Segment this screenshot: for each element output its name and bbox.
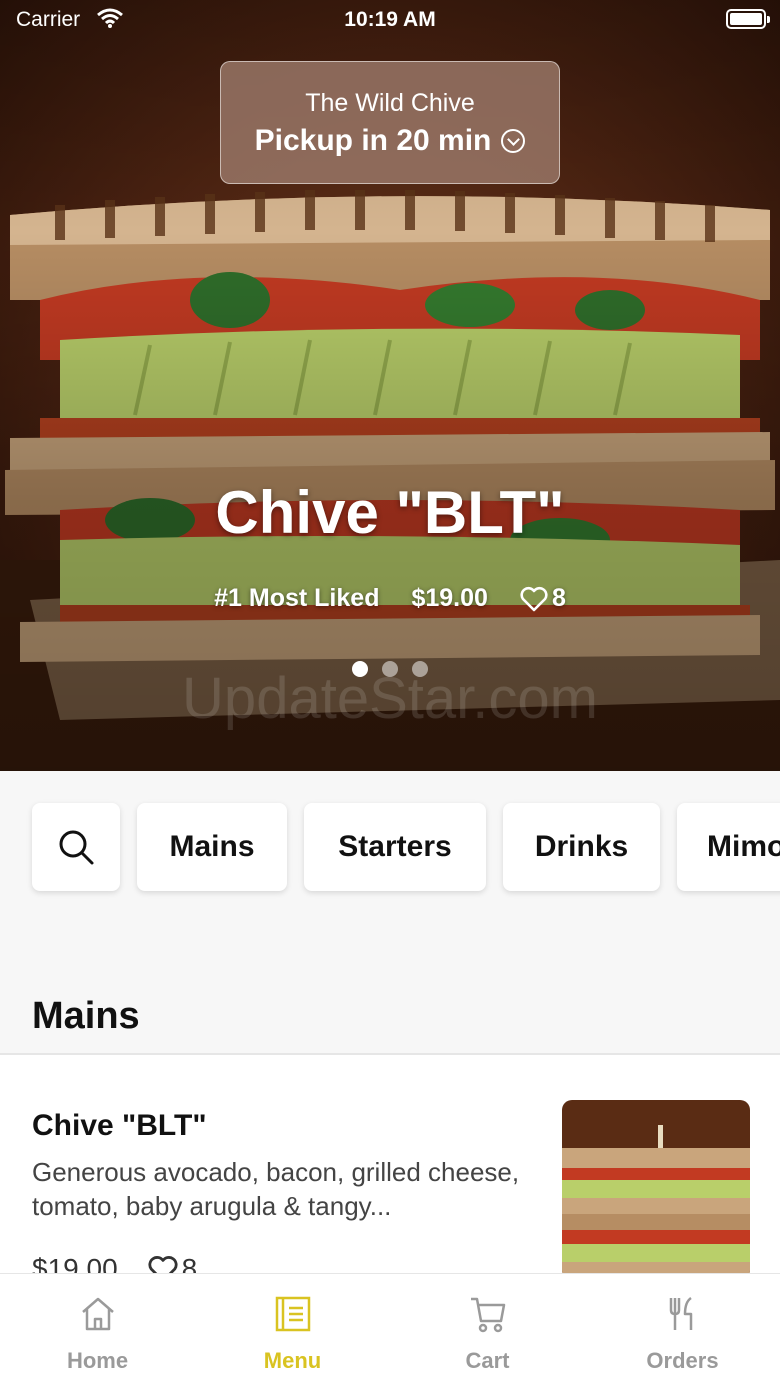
tab-home[interactable]: Home xyxy=(0,1274,195,1387)
menu-item-description: Generous avocado, bacon, grilled cheese,… xyxy=(32,1157,520,1221)
hero-badge: #1 Most Liked xyxy=(214,584,380,612)
battery-icon xyxy=(726,9,770,29)
menu-icon xyxy=(275,1296,310,1332)
watermark: UpdateStar.com xyxy=(182,666,598,731)
menu-item-price: $19.00 xyxy=(32,1253,118,1273)
tab-orders-label: Orders xyxy=(646,1348,719,1373)
hero-likes: 8 xyxy=(520,584,566,613)
clock: 10:19 AM xyxy=(344,8,436,31)
hero-price: $19.00 xyxy=(411,584,488,612)
chevron-down-icon xyxy=(501,129,526,153)
menu-item-likes: 8 xyxy=(148,1253,198,1273)
search-icon xyxy=(59,830,94,865)
tab-orders[interactable]: Orders xyxy=(585,1274,780,1387)
hero-meta: #1 Most Liked $19.00 8 xyxy=(0,584,780,613)
menu-item-likes-count: 8 xyxy=(181,1253,198,1273)
menu-item-name: Chive "BLT" xyxy=(32,1109,207,1142)
tab-menu-label: Menu xyxy=(263,1348,322,1373)
status-bar: Carrier 10:19 AM xyxy=(0,0,780,40)
heart-icon xyxy=(520,586,548,611)
tab-cart-label: Cart xyxy=(465,1348,510,1373)
tab-menu[interactable]: Menu xyxy=(195,1274,390,1387)
store-name: The Wild Chive xyxy=(305,89,475,117)
category-chip-mimo[interactable]: Mimo xyxy=(677,803,780,891)
menu-item-image xyxy=(562,1100,750,1273)
category-chip-starters[interactable]: Starters xyxy=(304,803,486,891)
hero-title: Chive "BLT" xyxy=(215,479,565,546)
pickup-selector[interactable]: The Wild Chive Pickup in 20 min xyxy=(220,61,560,184)
fork-knife-icon xyxy=(669,1296,692,1330)
section-title: Mains xyxy=(32,995,140,1037)
menu-item-card[interactable]: Chive "BLT" Generous avocado, bacon, gri… xyxy=(0,1055,780,1273)
tab-bar: Home Menu Cart Orders xyxy=(0,1273,780,1387)
hero-banner[interactable]: Carrier 10:19 AM The Wild Chive Pickup i… xyxy=(0,0,780,771)
tab-cart[interactable]: Cart xyxy=(390,1274,585,1387)
heart-icon xyxy=(148,1256,178,1273)
category-bar: Mains Starters Drinks Mimo xyxy=(32,803,780,891)
home-icon xyxy=(81,1297,114,1331)
cart-icon xyxy=(470,1297,505,1333)
category-chip-drinks[interactable]: Drinks xyxy=(503,803,660,891)
search-button[interactable] xyxy=(32,803,120,891)
hero-likes-count: 8 xyxy=(551,584,566,612)
category-chip-mains[interactable]: Mains xyxy=(137,803,287,891)
tab-home-label: Home xyxy=(66,1348,129,1373)
menu-item-meta: $19.00 8 xyxy=(32,1253,197,1273)
pickup-time: Pickup in 20 min xyxy=(254,124,492,157)
